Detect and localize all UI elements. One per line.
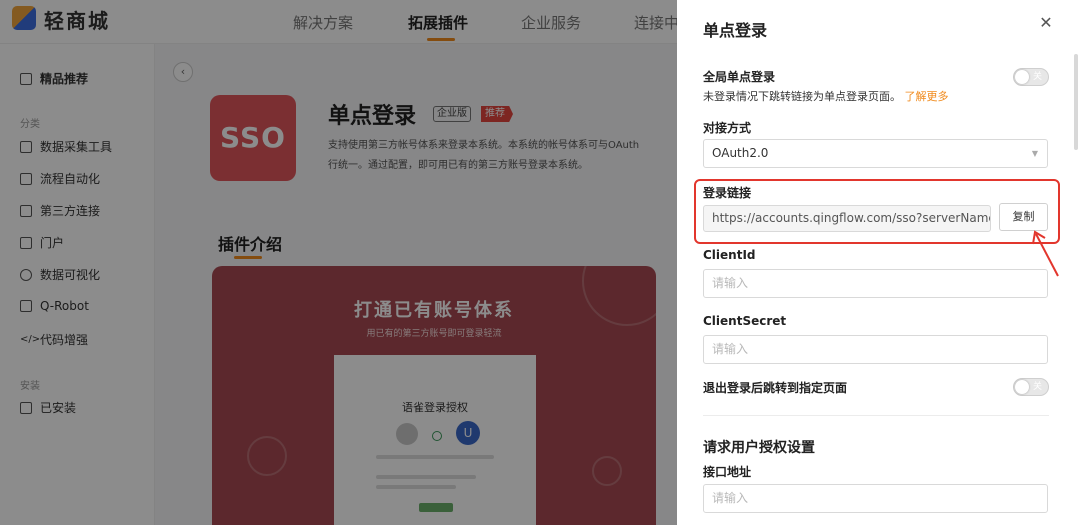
sso-settings-drawer: 单点登录 ✕ 全局单点登录 未登录情况下跳转链接为单点登录页面。 了解更多 关 … — [677, 0, 1080, 525]
drawer-title: 单点登录 — [703, 21, 768, 40]
method-select-value: OAuth2.0 — [712, 146, 769, 160]
endpoint-input[interactable]: 请输入 — [703, 484, 1048, 513]
global-sso-desc-text: 未登录情况下跳转链接为单点登录页面。 — [703, 90, 901, 103]
toggle-state-text: 关 — [1033, 72, 1043, 82]
chevron-down-icon: ▼ — [1031, 149, 1038, 158]
divider — [703, 415, 1049, 416]
close-icon[interactable]: ✕ — [1037, 14, 1055, 32]
annotation-arrow-icon — [1032, 230, 1059, 277]
logout-redirect-label: 退出登录后跳转到指定页面 — [703, 381, 848, 395]
toggle-knob — [1015, 380, 1029, 394]
global-sso-description: 未登录情况下跳转链接为单点登录页面。 了解更多 — [703, 88, 949, 104]
toggle-knob — [1015, 70, 1029, 84]
client-id-input[interactable]: 请输入 — [703, 269, 1048, 298]
learn-more-link[interactable]: 了解更多 — [905, 90, 949, 103]
global-sso-toggle[interactable]: 关 — [1013, 68, 1049, 86]
client-secret-label: ClientSecret — [703, 314, 787, 328]
logout-redirect-toggle[interactable]: 关 — [1013, 378, 1049, 396]
client-secret-input[interactable]: 请输入 — [703, 335, 1048, 364]
method-label: 对接方式 — [703, 121, 752, 135]
auth-section-heading: 请求用户授权设置 — [703, 440, 815, 456]
global-sso-label: 全局单点登录 — [703, 70, 776, 84]
highlight-box — [694, 179, 1060, 244]
toggle-state-text: 关 — [1033, 382, 1043, 392]
scrollbar[interactable] — [1074, 54, 1078, 150]
method-select[interactable]: OAuth2.0 ▼ — [703, 139, 1048, 168]
modal-overlay[interactable] — [0, 0, 677, 525]
endpoint-label: 接口地址 — [703, 465, 752, 479]
client-id-label: ClientId — [703, 248, 756, 262]
